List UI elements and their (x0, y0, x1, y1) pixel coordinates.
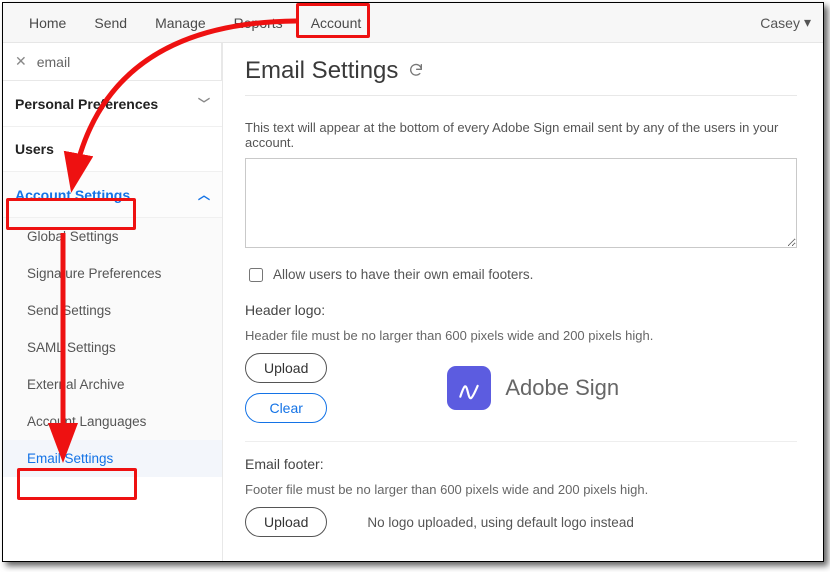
allow-own-footers-label: Allow users to have their own email foot… (273, 267, 533, 282)
upload-header-button[interactable]: Upload (245, 353, 327, 383)
top-nav: Home Send Manage Reports Account Casey ▾ (3, 3, 823, 43)
email-footer-textarea[interactable] (245, 158, 797, 248)
sidebar-section-users[interactable]: Users (3, 127, 222, 172)
brand-logo: Adobe Sign (447, 366, 619, 410)
email-footer-label: Email footer: (245, 456, 797, 472)
sidebar-section-account[interactable]: Account Settings ︿ (3, 172, 222, 218)
account-subitems: Global Settings Signature Preferences Se… (3, 218, 222, 477)
subitem-signature-preferences[interactable]: Signature Preferences (3, 255, 222, 292)
main-panel: Email Settings This text will appear at … (223, 43, 823, 561)
tab-send[interactable]: Send (80, 5, 141, 41)
footer-logo-message: No logo uploaded, using default logo ins… (367, 515, 633, 530)
subitem-account-languages[interactable]: Account Languages (3, 403, 222, 440)
sidebar: ✕ email Personal Preferences ﹀ Users Acc… (3, 43, 223, 561)
chevron-down-icon: ﹀ (198, 95, 210, 112)
search-value: email (37, 54, 70, 70)
subitem-saml-settings[interactable]: SAML Settings (3, 329, 222, 366)
allow-own-footers-checkbox[interactable] (249, 268, 263, 282)
chevron-up-icon: ︿ (198, 186, 210, 203)
tab-manage[interactable]: Manage (141, 5, 220, 41)
page-title: Email Settings (245, 57, 797, 96)
clear-header-button[interactable]: Clear (245, 393, 327, 423)
upload-footer-button[interactable]: Upload (245, 507, 327, 537)
tab-reports[interactable]: Reports (220, 5, 297, 41)
tab-account[interactable]: Account (297, 5, 376, 41)
sidebar-section-personal[interactable]: Personal Preferences ﹀ (3, 81, 222, 127)
header-logo-label: Header logo: (245, 302, 797, 318)
user-menu[interactable]: Casey ▾ (760, 14, 811, 31)
tab-home[interactable]: Home (15, 5, 80, 41)
footer-description: This text will appear at the bottom of e… (245, 120, 797, 150)
adobe-sign-icon (447, 366, 491, 410)
clear-search-icon[interactable]: ✕ (15, 53, 27, 70)
subitem-external-archive[interactable]: External Archive (3, 366, 222, 403)
subitem-global-settings[interactable]: Global Settings (3, 218, 222, 255)
brand-name: Adobe Sign (505, 375, 619, 401)
subitem-send-settings[interactable]: Send Settings (3, 292, 222, 329)
search-box[interactable]: ✕ email (3, 43, 222, 81)
subitem-email-settings[interactable]: Email Settings (3, 440, 222, 477)
chevron-down-icon: ▾ (804, 14, 811, 31)
header-logo-hint: Header file must be no larger than 600 p… (245, 328, 797, 343)
email-footer-hint: Footer file must be no larger than 600 p… (245, 482, 797, 497)
refresh-icon[interactable] (408, 57, 424, 85)
user-name: Casey (760, 15, 800, 31)
